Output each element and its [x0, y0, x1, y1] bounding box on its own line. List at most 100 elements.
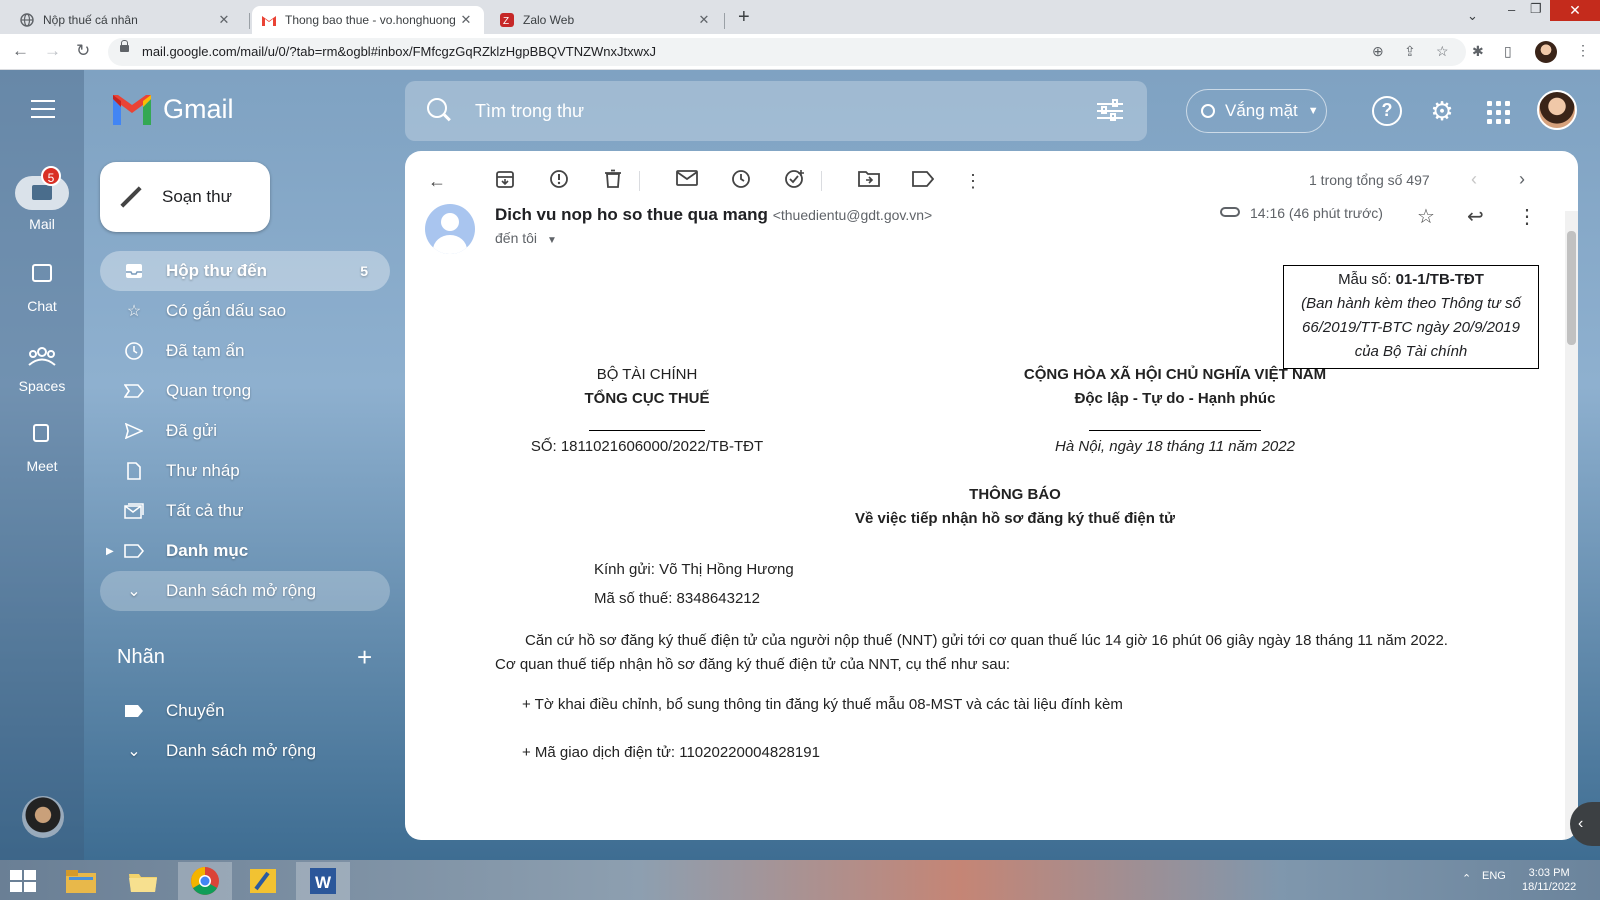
search-icon[interactable] [427, 98, 447, 118]
label-tag-icon [124, 701, 144, 721]
nav-snoozed[interactable]: Đã tạm ẩn [100, 331, 390, 371]
rail-mail[interactable]: 5 Mail [0, 166, 84, 232]
search-options-icon[interactable] [1097, 99, 1123, 123]
sender-line: Dich vu nop ho so thue qua mang <thuedie… [495, 205, 932, 225]
archive-icon[interactable] [493, 169, 517, 193]
tab-zalo[interactable]: Z Zalo Web ✕ [490, 6, 722, 34]
input-language[interactable]: ENG [1482, 870, 1506, 882]
unread-count: 5 [360, 263, 368, 279]
nav-all-mail[interactable]: Tất cả thư [100, 491, 390, 531]
close-icon[interactable]: ✕ [216, 12, 232, 28]
labels-icon[interactable] [911, 169, 935, 193]
search-bar[interactable] [405, 81, 1147, 141]
reload-icon[interactable]: ↻ [76, 41, 90, 61]
zoom-icon[interactable]: ⊕ [1372, 43, 1384, 60]
sticky-app-icon[interactable] [236, 862, 290, 900]
delete-icon[interactable] [601, 169, 625, 193]
share-icon[interactable]: ⇪ [1404, 43, 1416, 60]
google-apps-icon[interactable] [1482, 96, 1512, 126]
nav-label: Quan trọng [166, 381, 252, 400]
report-spam-icon[interactable] [547, 169, 571, 193]
back-to-inbox-icon[interactable]: ← [425, 169, 449, 193]
file-explorer-icon[interactable] [54, 862, 108, 900]
folder-icon[interactable] [116, 862, 170, 900]
nav-drafts[interactable]: Thư nháp [100, 451, 390, 491]
more-options-icon[interactable]: ⋮ [1517, 204, 1537, 229]
toolbar-divider [639, 171, 640, 191]
all-mail-icon [124, 501, 144, 521]
clock-icon [124, 341, 144, 361]
word-icon[interactable]: W [296, 862, 350, 900]
recipient-line[interactable]: đến tôi ▼ [495, 230, 557, 246]
system-clock[interactable]: 3:03 PM 18/11/2022 [1522, 866, 1576, 894]
attachment-icon [1220, 207, 1240, 217]
back-icon[interactable]: ← [12, 41, 29, 61]
account-avatar[interactable] [1537, 90, 1577, 130]
window-close-button[interactable]: ✕ [1550, 0, 1600, 21]
tab-nop-thue[interactable]: Nộp thuế cá nhân ✕ [10, 6, 242, 34]
settings-gear-icon[interactable]: ⚙ [1427, 96, 1457, 126]
compose-button[interactable]: Soạn thư [100, 162, 270, 232]
add-label-icon[interactable]: + [357, 642, 372, 673]
status-selector[interactable]: Vắng mặt ▼ [1186, 89, 1327, 133]
caret-down-icon: ▼ [1307, 105, 1319, 117]
nav-more[interactable]: ⌄ Danh sách mở rộng [100, 571, 390, 611]
to-me: đến tôi [495, 230, 538, 246]
windows-start-icon[interactable] [10, 870, 36, 892]
rail-meet[interactable]: Meet [0, 418, 84, 474]
document-number: SỐ: 1811021606000/2022/TB-TĐT [530, 438, 764, 455]
tray-chevron-icon[interactable]: ⌃ [1462, 872, 1471, 885]
tab-title: Nộp thuế cá nhân [43, 13, 138, 27]
side-panel-icon[interactable]: ▯ [1504, 43, 1512, 60]
nav-inbox[interactable]: Hộp thư đến 5 [100, 251, 390, 291]
browser-menu-icon[interactable]: ⋮ [1576, 42, 1590, 59]
chat-profile-avatar[interactable] [22, 796, 64, 838]
chrome-icon[interactable] [178, 862, 232, 900]
main-menu-icon[interactable] [31, 100, 55, 118]
rail-chat[interactable]: Chat [0, 258, 84, 314]
form-number-box: Mẫu số: 01-1/TB-TĐT (Ban hành kèm theo T… [1283, 265, 1539, 369]
tab-search-icon[interactable]: ⌄ [1467, 8, 1478, 24]
nav-important[interactable]: Quan trọng [100, 371, 390, 411]
star-icon[interactable]: ☆ [1417, 204, 1435, 229]
scrollbar[interactable] [1565, 211, 1578, 840]
nav-categories[interactable]: Danh mục [100, 531, 390, 571]
list-item: + Mã giao dịch điện tử: 1102022000482819… [522, 744, 820, 761]
nav-starred[interactable]: ☆ Có gắn dấu sao [100, 291, 390, 331]
rail-spaces[interactable]: Spaces [0, 338, 84, 394]
older-icon[interactable]: › [1519, 169, 1525, 190]
toolbar-divider [821, 171, 822, 191]
address-bar[interactable]: mail.google.com/mail/u/0/?tab=rm&ogbl#in… [108, 38, 1466, 66]
nav-sent[interactable]: Đã gửi [100, 411, 390, 451]
clock-date: 18/11/2022 [1522, 881, 1577, 893]
search-input[interactable] [475, 95, 1035, 127]
document-subject: Về việc tiếp nhận hồ sơ đăng ký thuế điệ… [855, 510, 1175, 527]
label-chuyen[interactable]: Chuyển [100, 691, 390, 731]
snooze-icon[interactable] [729, 169, 753, 193]
label-more[interactable]: ⌄ Danh sách mở rộng [100, 731, 390, 771]
globe-icon [20, 13, 34, 27]
tab-bar: Nộp thuế cá nhân ✕ Thong bao thue - vo.h… [0, 0, 1600, 34]
taskbar: W ⌃ ENG 3:03 PM 18/11/2022 [0, 860, 1600, 900]
minimize-icon[interactable]: – [1508, 2, 1515, 17]
gmail-logo[interactable]: Gmail [113, 94, 234, 125]
add-to-tasks-icon[interactable] [783, 169, 807, 193]
restore-icon[interactable]: ❐ [1530, 1, 1542, 17]
reply-icon[interactable]: ↩ [1467, 204, 1484, 229]
more-actions-icon[interactable]: ⋮ [961, 169, 985, 193]
close-icon[interactable]: ✕ [696, 12, 712, 28]
sender-email: <thuedientu@gdt.gov.vn> [772, 207, 933, 223]
bookmark-star-icon[interactable]: ☆ [1436, 43, 1449, 60]
tab-gmail[interactable]: Thong bao thue - vo.honghuong ✕ [252, 6, 484, 34]
move-to-icon[interactable] [857, 169, 881, 193]
mark-unread-icon[interactable] [675, 169, 699, 193]
new-tab-button[interactable]: + [738, 6, 750, 28]
help-icon[interactable]: ? [1372, 96, 1402, 126]
scrollbar-thumb[interactable] [1567, 231, 1576, 345]
profile-avatar[interactable] [1535, 41, 1557, 63]
details-caret-icon[interactable]: ▼ [547, 235, 557, 246]
close-icon[interactable]: ✕ [458, 12, 474, 28]
extensions-icon[interactable]: ✱ [1472, 43, 1484, 60]
newer-icon[interactable]: ‹ [1471, 169, 1477, 190]
forward-icon[interactable]: → [44, 41, 61, 61]
